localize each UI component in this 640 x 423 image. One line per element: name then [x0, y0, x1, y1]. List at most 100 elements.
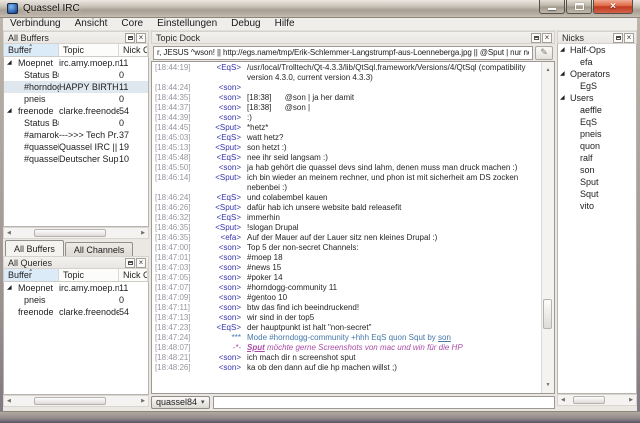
tab-all-buffers[interactable]: All Buffers	[5, 240, 64, 256]
scrollbar-thumb[interactable]	[33, 229, 106, 237]
float-dock-button[interactable]	[613, 32, 623, 43]
titlebar[interactable]: Quassel IRC ×	[0, 0, 640, 18]
close-dock-button[interactable]: ×	[136, 32, 146, 43]
sender[interactable]: <son>	[203, 243, 241, 253]
nick-item[interactable]: Squt	[558, 188, 636, 200]
buffers-horizontal-scrollbar[interactable]: ◀ ▶	[3, 227, 149, 239]
nick-item[interactable]: EgS	[558, 80, 636, 92]
sender[interactable]: <son>	[203, 353, 241, 363]
sender[interactable]: <son>	[203, 293, 241, 303]
query-row[interactable]: freenode clarke.freenode...54	[4, 306, 148, 318]
expander-icon[interactable]: ◢	[7, 57, 12, 69]
nick-link[interactable]: son	[438, 333, 451, 342]
buffer-row[interactable]: ◢ Moepnet irc.amy.moep.net11	[4, 57, 148, 69]
buffer-row[interactable]: pneis 0	[4, 93, 148, 105]
float-dock-button[interactable]	[125, 32, 135, 43]
sender[interactable]: <son>	[203, 303, 241, 313]
nick-item[interactable]: ralf	[558, 152, 636, 164]
column-topic[interactable]: Topic	[59, 44, 119, 56]
menu-verbindung[interactable]: Verbindung	[3, 18, 68, 30]
chat-vertical-scrollbar[interactable]: ▲ ▼	[541, 62, 554, 393]
float-dock-button[interactable]	[125, 257, 135, 268]
close-button[interactable]: ×	[593, 0, 633, 14]
maximize-button[interactable]	[566, 0, 592, 14]
nick-group-operators[interactable]: ◢ Operators	[558, 68, 636, 80]
nick-group-halfops[interactable]: ◢ Half-Ops	[558, 44, 636, 56]
nick-item[interactable]: pneis	[558, 128, 636, 140]
sender[interactable]: <EqS>	[203, 323, 241, 333]
scroll-down-icon[interactable]: ▼	[546, 377, 551, 393]
scroll-right-icon[interactable]: ▶	[138, 396, 148, 406]
sender[interactable]: <Sput>	[203, 223, 241, 233]
sender[interactable]: <son>	[203, 253, 241, 263]
nick-link[interactable]: Sput	[247, 343, 265, 352]
close-dock-button[interactable]: ×	[542, 32, 552, 43]
buffer-row[interactable]: #quasselQuassel IRC || h...19	[4, 141, 148, 153]
edit-topic-button[interactable]: ✎	[535, 45, 553, 60]
float-dock-button[interactable]	[531, 32, 541, 43]
nick-item[interactable]: aeffle	[558, 104, 636, 116]
sender[interactable]: <son>	[203, 313, 241, 323]
nick-item[interactable]: vito	[558, 200, 636, 212]
expander-icon[interactable]: ◢	[560, 68, 565, 80]
sender[interactable]: <efa>	[203, 233, 241, 243]
close-dock-button[interactable]: ×	[136, 257, 146, 268]
nick-item[interactable]: Sput	[558, 176, 636, 188]
sender[interactable]: <Sput>	[203, 123, 241, 133]
buffer-row-selected[interactable]: #horndogg...HAPPY BIRTHD...11	[4, 81, 148, 93]
sender[interactable]: <son>	[203, 283, 241, 293]
scroll-left-icon[interactable]: ◀	[558, 395, 568, 405]
menu-core[interactable]: Core	[114, 18, 150, 30]
buffer-row[interactable]: #amarok.de--->>> Tech Pr...37	[4, 129, 148, 141]
query-row[interactable]: ◢ Moepnet irc.amy.moep.net11	[4, 282, 148, 294]
topic-input[interactable]	[153, 45, 533, 60]
sender[interactable]: <son>	[203, 163, 241, 173]
message-input[interactable]	[212, 395, 555, 409]
scroll-left-icon[interactable]: ◀	[4, 396, 14, 406]
scrollbar-thumb[interactable]	[572, 396, 605, 404]
sender[interactable]: <EqS>	[203, 153, 241, 163]
scrollbar-thumb[interactable]	[543, 299, 552, 330]
column-nick-count[interactable]: Nick Cou	[119, 269, 148, 281]
sender[interactable]: <Sput>	[203, 203, 241, 213]
sender[interactable]: <EqS>	[203, 193, 241, 203]
nick-group-users[interactable]: ◢ Users	[558, 92, 636, 104]
expander-icon[interactable]: ◢	[560, 92, 565, 104]
buffer-row[interactable]: Status Buffer 0	[4, 69, 148, 81]
scroll-right-icon[interactable]: ▶	[626, 395, 636, 405]
buffer-row[interactable]: ◢ freenode clarke.freenode...54	[4, 105, 148, 117]
minimize-button[interactable]	[539, 0, 565, 14]
sender[interactable]: <son>	[203, 113, 241, 123]
sender[interactable]: <Sput>	[203, 173, 241, 193]
nicks-horizontal-scrollbar[interactable]: ◀ ▶	[557, 394, 637, 406]
sender[interactable]: <son>	[203, 363, 241, 373]
close-dock-button[interactable]: ×	[624, 32, 634, 43]
scrollbar-thumb[interactable]	[33, 397, 106, 405]
menu-debug[interactable]: Debug	[224, 18, 267, 30]
query-row[interactable]: pneis 0	[4, 294, 148, 306]
nick-item[interactable]: son	[558, 164, 636, 176]
sender[interactable]: <son>	[203, 273, 241, 283]
scroll-left-icon[interactable]: ◀	[4, 228, 14, 238]
nick-item[interactable]: quon	[558, 140, 636, 152]
buffer-row[interactable]: Status Buffer 0	[4, 117, 148, 129]
buffer-row[interactable]: #quassel.deDeutscher Supp...10	[4, 153, 148, 165]
tab-all-channels[interactable]: All Channels	[64, 242, 134, 256]
expander-icon[interactable]: ◢	[7, 105, 12, 117]
sender[interactable]: <son>	[203, 103, 241, 113]
column-topic[interactable]: Topic	[59, 269, 119, 281]
menu-hilfe[interactable]: Hilfe	[268, 18, 302, 30]
expander-icon[interactable]: ◢	[7, 282, 12, 294]
sender[interactable]: <son>	[203, 93, 241, 103]
sender[interactable]: <EqS>	[203, 213, 241, 223]
column-buffer[interactable]: Buffer ▲	[4, 269, 59, 281]
sender[interactable]: <EqS>	[203, 63, 241, 83]
scroll-right-icon[interactable]: ▶	[138, 228, 148, 238]
nick-selector[interactable]: quassel84 ▾	[151, 395, 210, 409]
sender[interactable]: <EqS>	[203, 133, 241, 143]
sender[interactable]: <Sput>	[203, 143, 241, 153]
menu-ansicht[interactable]: Ansicht	[68, 18, 115, 30]
sender[interactable]: <son>	[203, 263, 241, 273]
scroll-up-icon[interactable]: ▲	[546, 62, 551, 78]
sender[interactable]: <son>	[203, 83, 241, 93]
